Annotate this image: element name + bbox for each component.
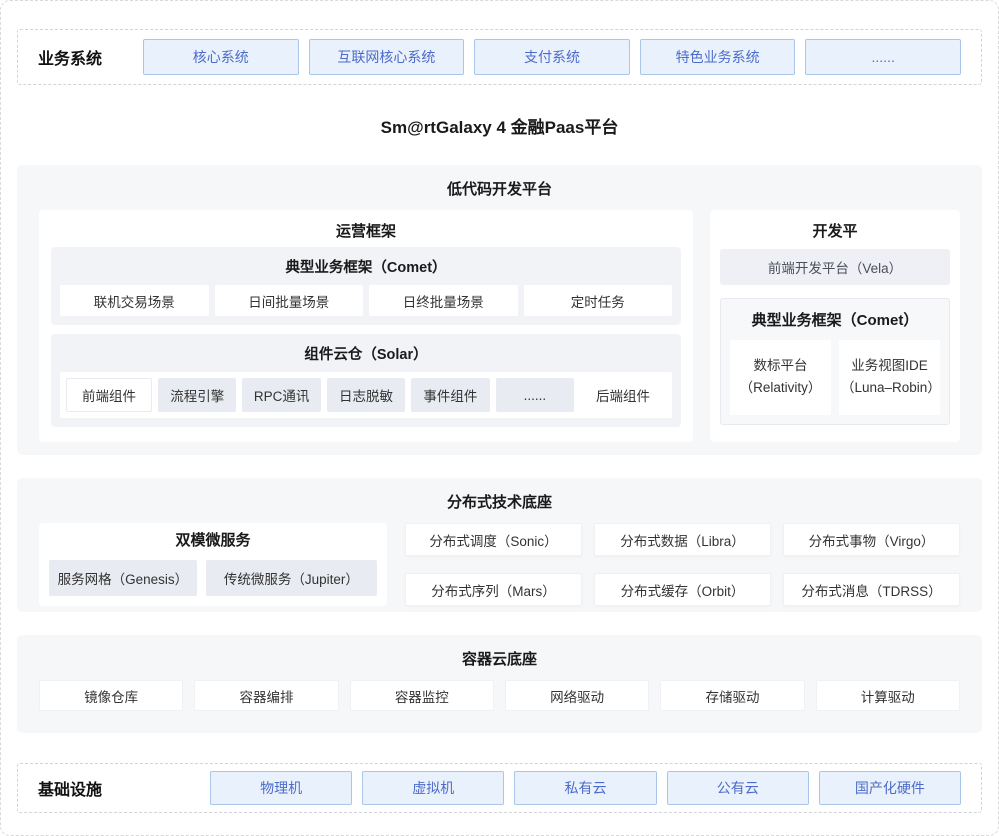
comet-business-framework-box: 典型业务框架（Comet） 联机交易场景 日间批量场景 日终批量场景 定时任务 xyxy=(51,247,681,325)
dev-comet-framework-box: 典型业务框架（Comet） 数标平台 （Relativity） 业务视图IDE … xyxy=(720,298,950,425)
component-frontend: 前端组件 xyxy=(66,378,152,412)
container-monitoring: 容器监控 xyxy=(350,680,494,711)
distributed-title: 分布式技术底座 xyxy=(39,491,960,512)
distributed-scheduling-sonic: 分布式调度（Sonic） xyxy=(405,523,582,556)
storage-driver: 存储驱动 xyxy=(660,680,804,711)
dual-mode-microservices-panel: 双模微服务 服务网格（Genesis） 传统微服务（Jupiter） xyxy=(39,523,387,606)
component-log-masking: 日志脱敏 xyxy=(327,378,405,412)
distributed-messaging-tdrss: 分布式消息（TDRSS） xyxy=(783,573,960,606)
distributed-cache-orbit: 分布式缓存（Orbit） xyxy=(594,573,771,606)
lowcode-section: 低代码开发平台 运营框架 典型业务框架（Comet） 联机交易场景 日间批量场景… xyxy=(17,165,982,455)
operations-framework-title: 运营框架 xyxy=(51,219,681,247)
component-rpc: RPC通讯 xyxy=(242,378,320,412)
dev-comet-framework-title: 典型业务框架（Comet） xyxy=(730,309,940,330)
business-systems-row: 业务系统 核心系统 互联网核心系统 支付系统 特色业务系统 ...... xyxy=(17,29,982,85)
container-cloud-title: 容器云底座 xyxy=(39,648,960,669)
business-system-internet-core: 互联网核心系统 xyxy=(309,39,465,75)
business-system-payment: 支付系统 xyxy=(474,39,630,75)
dev-platform-title: 开发平 xyxy=(720,219,950,247)
business-system-more: ...... xyxy=(805,39,961,75)
operations-framework-panel: 运营框架 典型业务框架（Comet） 联机交易场景 日间批量场景 日终批量场景 … xyxy=(39,210,693,442)
infrastructure-buttons: 物理机 虚拟机 私有云 公有云 国产化硬件 xyxy=(210,771,961,805)
service-mesh-genesis: 服务网格（Genesis） xyxy=(49,560,197,596)
comet-business-framework-title: 典型业务框架（Comet） xyxy=(60,256,672,277)
distributed-section: 分布式技术底座 双模微服务 服务网格（Genesis） 传统微服务（Jupite… xyxy=(17,478,982,612)
business-system-core: 核心系统 xyxy=(143,39,299,75)
luna-robin-ide-card: 业务视图IDE （Luna–Robin） xyxy=(839,340,940,415)
business-system-special: 特色业务系统 xyxy=(640,39,796,75)
platform-title: Sm@rtGalaxy 4 金融Paas平台 xyxy=(1,85,998,165)
scenario-scheduled-tasks: 定时任务 xyxy=(524,285,673,316)
distributed-grid: 分布式调度（Sonic） 分布式数据（Libra） 分布式事物（Virgo） 分… xyxy=(405,523,960,606)
dual-mode-title: 双模微服务 xyxy=(49,528,377,556)
container-orchestration: 容器编排 xyxy=(194,680,338,711)
component-event: 事件组件 xyxy=(411,378,489,412)
scenario-eod-batch: 日终批量场景 xyxy=(369,285,518,316)
infra-virtual-machine: 虚拟机 xyxy=(362,771,504,805)
infrastructure-row: 基础设施 物理机 虚拟机 私有云 公有云 国产化硬件 xyxy=(17,763,982,813)
business-systems-label: 业务系统 xyxy=(38,45,143,69)
solar-component-cloud-box: 组件云仓（Solar） 前端组件 流程引擎 RPC通讯 日志脱敏 事件组件 ..… xyxy=(51,334,681,427)
component-backend: 后端组件 xyxy=(580,378,666,412)
infra-domestic-hardware: 国产化硬件 xyxy=(819,771,961,805)
infra-private-cloud: 私有云 xyxy=(514,771,656,805)
component-process-engine: 流程引擎 xyxy=(158,378,236,412)
infra-physical-machine: 物理机 xyxy=(210,771,352,805)
dev-platform-panel: 开发平 前端开发平台（Vela） 典型业务框架（Comet） 数标平台 （Rel… xyxy=(710,210,960,442)
container-cloud-section: 容器云底座 镜像仓库 容器编排 容器监控 网络驱动 存储驱动 计算驱动 xyxy=(17,635,982,733)
component-more: ...... xyxy=(496,378,574,412)
luna-robin-ide-name: 业务视图IDE xyxy=(841,355,938,377)
infra-public-cloud: 公有云 xyxy=(667,771,809,805)
traditional-microservices-jupiter: 传统微服务（Jupiter） xyxy=(206,560,377,596)
solar-component-cloud-title: 组件云仓（Solar） xyxy=(60,343,672,364)
relativity-platform-code: （Relativity） xyxy=(732,377,829,399)
network-driver: 网络驱动 xyxy=(505,680,649,711)
image-registry: 镜像仓库 xyxy=(39,680,183,711)
scenario-online-trading: 联机交易场景 xyxy=(60,285,209,316)
vela-frontend-platform: 前端开发平台（Vela） xyxy=(720,249,950,285)
infrastructure-label: 基础设施 xyxy=(38,776,210,800)
scenario-daytime-batch: 日间批量场景 xyxy=(215,285,364,316)
architecture-diagram: 业务系统 核心系统 互联网核心系统 支付系统 特色业务系统 ...... Sm@… xyxy=(0,0,999,836)
luna-robin-ide-code: （Luna–Robin） xyxy=(841,377,938,399)
distributed-data-libra: 分布式数据（Libra） xyxy=(594,523,771,556)
relativity-platform-card: 数标平台 （Relativity） xyxy=(730,340,831,415)
business-systems-buttons: 核心系统 互联网核心系统 支付系统 特色业务系统 ...... xyxy=(143,39,961,75)
compute-driver: 计算驱动 xyxy=(816,680,960,711)
distributed-sequence-mars: 分布式序列（Mars） xyxy=(405,573,582,606)
distributed-transaction-virgo: 分布式事物（Virgo） xyxy=(783,523,960,556)
relativity-platform-name: 数标平台 xyxy=(732,355,829,377)
lowcode-title: 低代码开发平台 xyxy=(39,178,960,199)
